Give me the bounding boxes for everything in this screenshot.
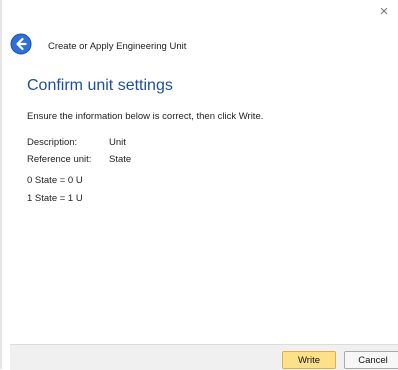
description-label: Description: [27,137,78,148]
wizard-title: Create or Apply Engineering Unit [48,41,187,52]
state-mapping-1: 1 State = 1 U [27,193,83,204]
close-icon[interactable]: × [374,2,394,22]
instruction-text: Ensure the information below is correct,… [27,111,264,122]
write-button[interactable]: Write [282,351,336,369]
page-heading: Confirm unit settings [27,77,173,94]
button-bar: Write Cancel [10,344,398,370]
dialog-border [0,0,2,369]
back-arrow-icon[interactable] [10,33,32,55]
wizard-header: Create or Apply Engineering Unit [10,33,370,59]
description-value: Unit [109,137,126,148]
reference-unit-value: State [109,154,132,165]
state-mapping-0: 0 State = 0 U [27,175,83,186]
reference-unit-label: Reference unit: [27,154,92,165]
wizard-dialog: × Create or Apply Engineering Unit Confi… [0,0,398,370]
cancel-button[interactable]: Cancel [344,351,398,369]
